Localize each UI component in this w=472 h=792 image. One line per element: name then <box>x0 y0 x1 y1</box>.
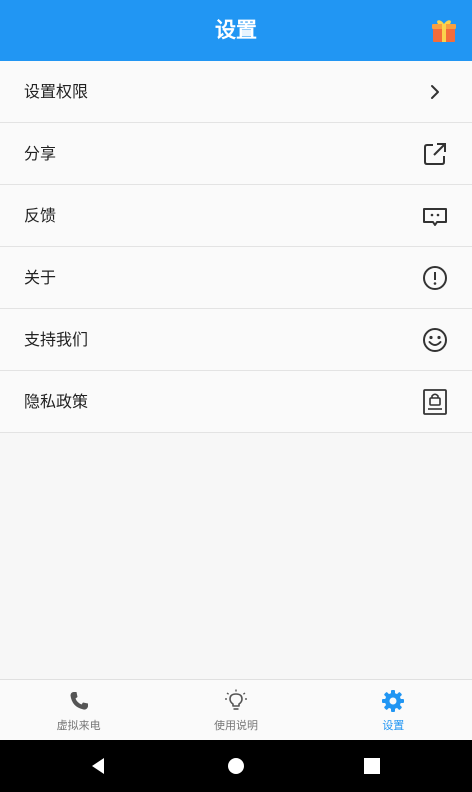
settings-item-feedback[interactable]: 反馈 <box>0 185 472 247</box>
tab-instructions[interactable]: 使用说明 <box>157 680 314 741</box>
settings-item-label: 隐私政策 <box>24 392 89 411</box>
tab-label: 设置 <box>382 719 405 732</box>
gear-icon <box>382 690 405 712</box>
settings-item-label: 关于 <box>24 268 57 287</box>
tab-fake-call[interactable]: 虚拟来电 <box>0 680 157 741</box>
tab-settings[interactable]: 设置 <box>315 680 472 741</box>
gift-icon[interactable] <box>430 16 458 44</box>
smiley-face-icon <box>423 328 447 352</box>
settings-item-support[interactable]: 支持我们 <box>0 309 472 371</box>
system-nav-bar <box>0 740 472 792</box>
settings-item-label: 设置权限 <box>24 82 89 101</box>
back-icon[interactable] <box>85 753 111 779</box>
tab-label: 使用说明 <box>213 719 258 732</box>
tab-label: 虚拟来电 <box>56 719 101 732</box>
page-title: 设置 <box>215 18 257 42</box>
settings-item-privacy[interactable]: 隐私政策 <box>0 371 472 433</box>
settings-item-share[interactable]: 分享 <box>0 123 472 185</box>
settings-item-permissions[interactable]: 设置权限 <box>0 61 472 123</box>
settings-item-label: 反馈 <box>24 206 57 225</box>
home-icon[interactable] <box>223 753 249 779</box>
bottom-tab-bar: 虚拟来电 使用说明 设置 <box>0 679 472 741</box>
settings-item-about[interactable]: 关于 <box>0 247 472 309</box>
share-external-icon <box>424 143 446 165</box>
settings-item-label: 支持我们 <box>24 330 89 349</box>
settings-item-label: 分享 <box>24 144 57 163</box>
app-header: 设置 <box>0 0 472 61</box>
phone-icon <box>70 692 88 710</box>
feedback-message-icon <box>423 208 447 226</box>
privacy-lock-document-icon <box>423 389 447 415</box>
info-exclamation-icon <box>423 266 447 290</box>
lightbulb-icon <box>224 689 247 710</box>
chevron-right-icon <box>431 85 439 99</box>
recents-icon[interactable] <box>359 753 385 779</box>
settings-list: 设置权限 分享 反馈 关于 支持我们 隐私政策 <box>0 61 472 433</box>
